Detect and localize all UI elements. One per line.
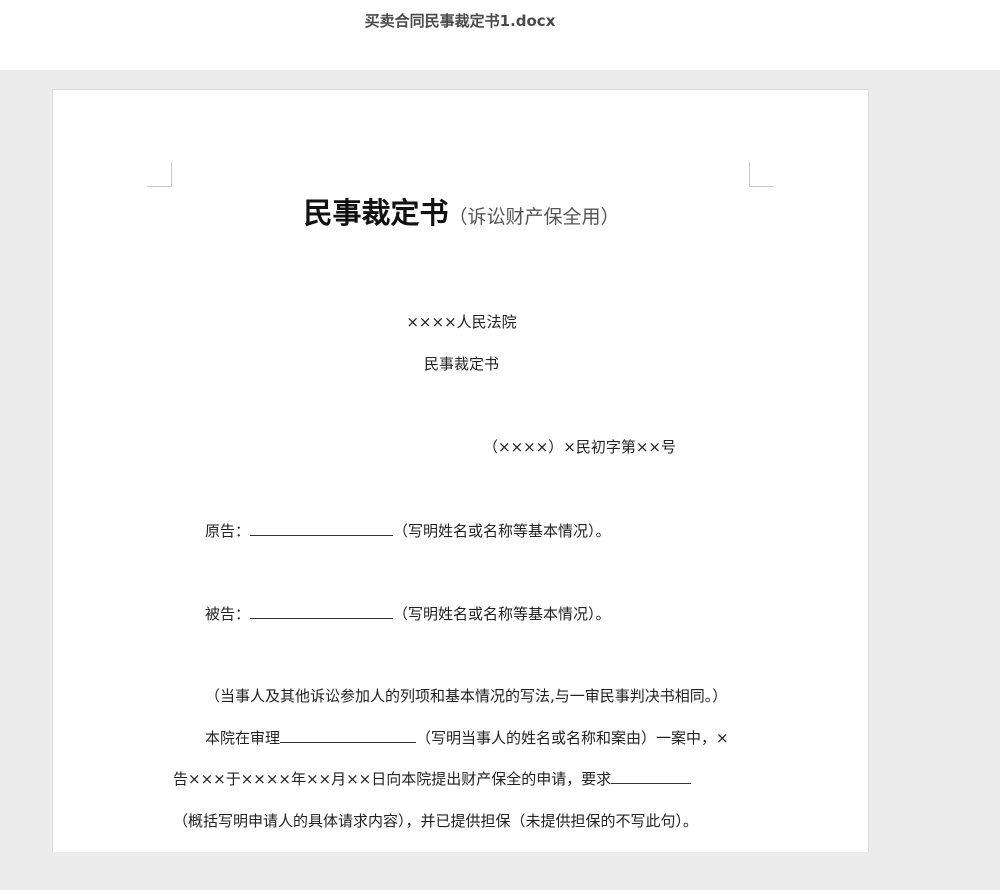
margin-corner-top-left: [147, 162, 172, 187]
document-type: 民事裁定书: [423, 355, 499, 373]
heading-subtitle: （诉讼财产保全用）: [448, 206, 620, 228]
body-line-2: 告×××于××××年××月××日向本院提出财产保全的申请，要求: [173, 768, 692, 789]
body-line-1-start: 本院在审理: [205, 729, 281, 747]
body-line-3: （概括写明申请人的具体请求内容），并已提供担保（未提供担保的不写此句）。: [173, 812, 699, 830]
court-name: ××××人民法院: [406, 313, 517, 331]
document-viewer[interactable]: 民事裁定书（诉讼财产保全用） ××××人民法院 民事裁定书 （××××）×民初字…: [0, 70, 1000, 852]
heading-main: 民事裁定书: [303, 196, 449, 230]
defendant-note: （写明姓名或名称等基本情况）。: [393, 605, 611, 623]
bottom-bar: [0, 852, 1000, 890]
defendant-line: 被告： （写明姓名或名称等基本情况）。: [205, 603, 611, 624]
margin-corner-top-right: [749, 162, 774, 187]
parties-note: （当事人及其他诉讼参加人的列项和基本情况的写法,与一审民事判决书相同。）: [205, 687, 728, 705]
document-heading: 民事裁定书（诉讼财产保全用）: [53, 190, 870, 232]
title-bar: 买卖合同民事裁定书1.docx: [0, 0, 1000, 70]
plaintiff-line: 原告： （写明姓名或名称等基本情况）。: [205, 520, 611, 541]
plaintiff-blank: [250, 520, 394, 536]
case-blank: [280, 727, 417, 743]
defendant-label: 被告：: [205, 605, 251, 623]
case-number: （××××）×民初字第××号: [483, 438, 676, 456]
request-blank: [611, 768, 692, 784]
body-line-2-text: 告×××于××××年××月××日向本院提出财产保全的申请，要求: [173, 770, 612, 788]
body-line-1: 本院在审理 （写明当事人的姓名或名称和案由）一案中，×: [205, 727, 729, 748]
defendant-blank: [250, 603, 394, 619]
document-page: 民事裁定书（诉讼财产保全用） ××××人民法院 民事裁定书 （××××）×民初字…: [52, 89, 869, 852]
document-filename: 买卖合同民事裁定书1.docx: [364, 12, 556, 30]
plaintiff-label: 原告：: [205, 522, 251, 540]
body-line-1-end: （写明当事人的姓名或名称和案由）一案中，×: [416, 729, 729, 747]
plaintiff-note: （写明姓名或名称等基本情况）。: [393, 522, 611, 540]
